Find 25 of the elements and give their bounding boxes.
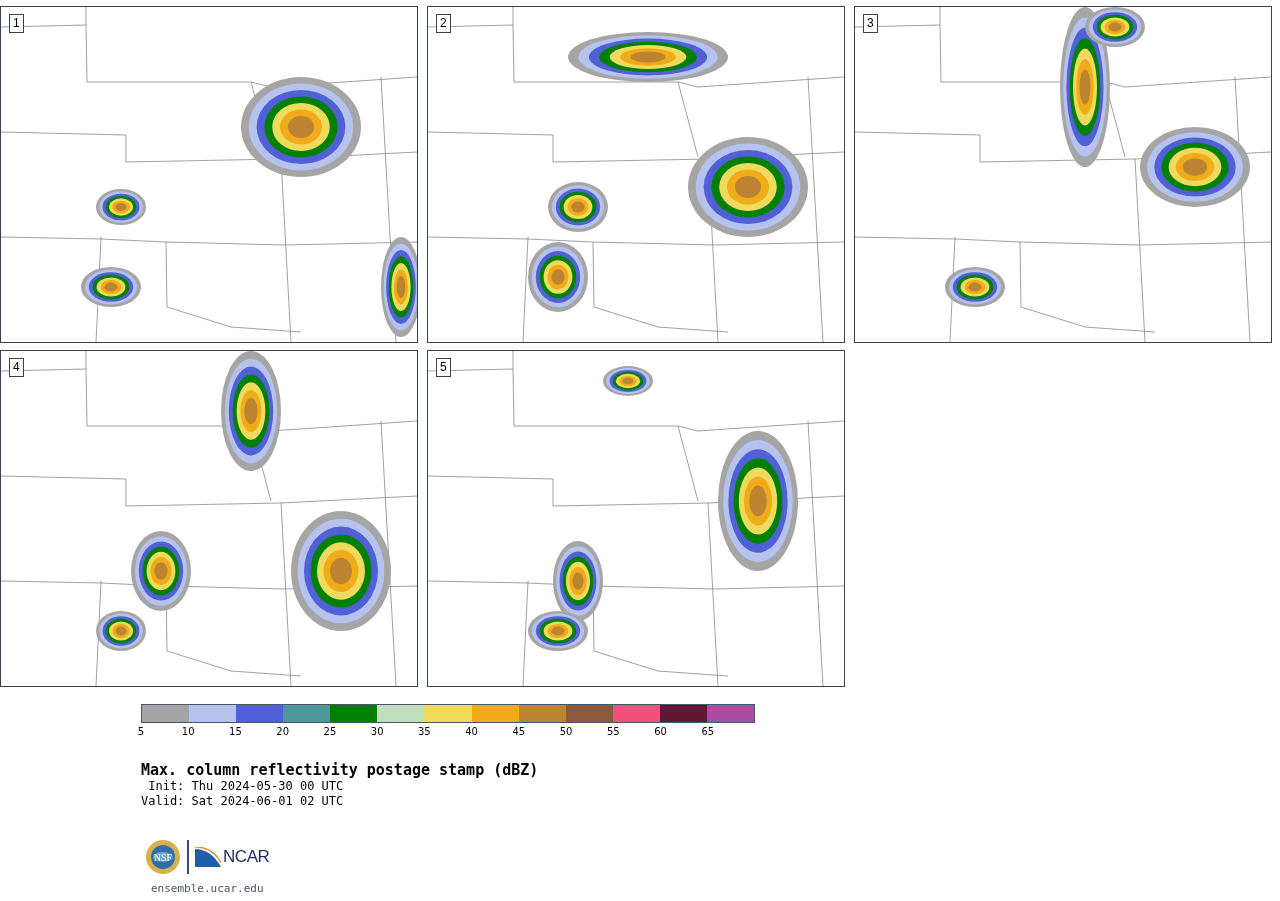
init-time: Init: Thu 2024-05-30 00 UTC bbox=[147, 779, 345, 794]
tick-label: 30 bbox=[370, 726, 384, 738]
panel-number: 1 bbox=[9, 14, 24, 33]
arc-logo-icon bbox=[195, 847, 221, 867]
panel-number: 4 bbox=[9, 358, 24, 377]
tick-label: 65 bbox=[701, 726, 715, 738]
tick-label: 20 bbox=[276, 726, 290, 738]
seal-logo-icon: NSF bbox=[145, 839, 181, 875]
chart-title: Max. column reflectivity postage stamp (dBZ) bbox=[141, 761, 540, 779]
website-url: ensemble.ucar.edu bbox=[151, 881, 265, 897]
tick-label: 50 bbox=[559, 726, 573, 738]
tick-label: 45 bbox=[512, 726, 526, 738]
logo-text: NCAR bbox=[223, 847, 270, 867]
panel-number: 2 bbox=[436, 14, 451, 33]
tick-label: 40 bbox=[465, 726, 478, 738]
tick-label: 35 bbox=[418, 726, 431, 738]
panel-number: 3 bbox=[863, 14, 878, 33]
tick-label: 60 bbox=[654, 726, 667, 738]
tick-label: 25 bbox=[323, 726, 337, 738]
tick-label: 15 bbox=[229, 726, 242, 738]
panel-number: 5 bbox=[436, 358, 451, 377]
tick-label: 55 bbox=[606, 726, 620, 738]
tick-label: 5 bbox=[137, 726, 145, 738]
valid-time: Valid: Sat 2024-06-01 02 UTC bbox=[141, 794, 345, 809]
tick-label: 10 bbox=[181, 726, 195, 738]
